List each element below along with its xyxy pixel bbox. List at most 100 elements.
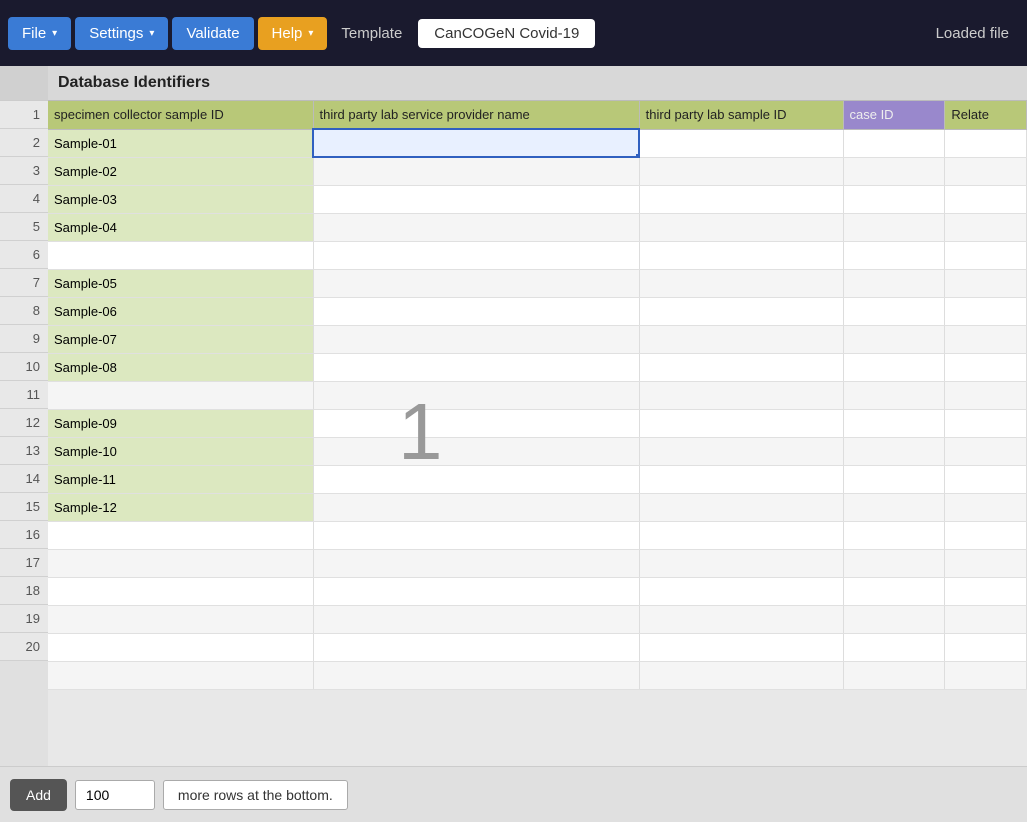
cell-5-third-party-lab[interactable] [313,241,639,269]
cell-10-specimen[interactable] [48,381,313,409]
cell-14-case-id[interactable] [843,493,945,521]
cell-2-third-party-sample[interactable] [639,157,843,185]
cell-3-relate[interactable] [945,185,1027,213]
cell-7-case-id[interactable] [843,297,945,325]
cell-17-third-party-sample[interactable] [639,577,843,605]
cell-5-case-id[interactable] [843,241,945,269]
cell-15-specimen[interactable] [48,521,313,549]
cell-4-case-id[interactable] [843,213,945,241]
cell-13-specimen[interactable]: Sample-11 [48,465,313,493]
cell-2-relate[interactable] [945,157,1027,185]
cell-4-third-party-sample[interactable] [639,213,843,241]
cell-15-case-id[interactable] [843,521,945,549]
cell-19-case-id[interactable] [843,633,945,661]
cell-20-third-party-lab[interactable] [313,661,639,689]
cell-6-specimen[interactable]: Sample-05 [48,269,313,297]
cell-15-third-party-sample[interactable] [639,521,843,549]
validate-button[interactable]: Validate [172,17,253,50]
cell-8-relate[interactable] [945,325,1027,353]
cell-18-specimen[interactable] [48,605,313,633]
cell-16-case-id[interactable] [843,549,945,577]
cell-18-third-party-sample[interactable] [639,605,843,633]
cell-3-third-party-sample[interactable] [639,185,843,213]
cell-11-relate[interactable] [945,409,1027,437]
cell-6-third-party-sample[interactable] [639,269,843,297]
cell-19-third-party-sample[interactable] [639,633,843,661]
cell-8-third-party-lab[interactable] [313,325,639,353]
cell-13-third-party-sample[interactable] [639,465,843,493]
cell-5-specimen[interactable] [48,241,313,269]
cell-9-relate[interactable] [945,353,1027,381]
cell-4-third-party-lab[interactable] [313,213,639,241]
cell-7-third-party-lab[interactable] [313,297,639,325]
cell-5-relate[interactable] [945,241,1027,269]
cell-12-relate[interactable] [945,437,1027,465]
cell-6-third-party-lab[interactable] [313,269,639,297]
cell-17-specimen[interactable] [48,577,313,605]
cell-12-specimen[interactable]: Sample-10 [48,437,313,465]
cell-15-relate[interactable] [945,521,1027,549]
cell-11-case-id[interactable] [843,409,945,437]
cell-9-third-party-sample[interactable] [639,353,843,381]
cell-2-specimen[interactable]: Sample-02 [48,157,313,185]
cell-11-third-party-lab[interactable] [313,409,639,437]
cell-14-relate[interactable] [945,493,1027,521]
cell-7-specimen[interactable]: Sample-06 [48,297,313,325]
cell-10-relate[interactable] [945,381,1027,409]
cell-12-case-id[interactable] [843,437,945,465]
cell-14-third-party-sample[interactable] [639,493,843,521]
cell-16-relate[interactable] [945,549,1027,577]
cell-10-third-party-sample[interactable] [639,381,843,409]
cell-17-relate[interactable] [945,577,1027,605]
cell-20-third-party-sample[interactable] [639,661,843,689]
cell-19-third-party-lab[interactable] [313,633,639,661]
cell-5-third-party-sample[interactable] [639,241,843,269]
cell-7-relate[interactable] [945,297,1027,325]
cell-9-case-id[interactable] [843,353,945,381]
cell-3-third-party-lab[interactable] [313,185,639,213]
cell-16-third-party-sample[interactable] [639,549,843,577]
cell-7-third-party-sample[interactable] [639,297,843,325]
cell-3-case-id[interactable] [843,185,945,213]
cell-20-relate[interactable] [945,661,1027,689]
add-button[interactable]: Add [10,779,67,811]
cell-15-third-party-lab[interactable] [313,521,639,549]
cell-4-specimen[interactable]: Sample-04 [48,213,313,241]
cell-17-case-id[interactable] [843,577,945,605]
cell-18-third-party-lab[interactable] [313,605,639,633]
cell-12-third-party-sample[interactable] [639,437,843,465]
cell-1-specimen[interactable]: Sample-01 [48,129,313,157]
cell-11-specimen[interactable]: Sample-09 [48,409,313,437]
rows-input[interactable] [75,780,155,810]
cell-10-case-id[interactable] [843,381,945,409]
cell-9-third-party-lab[interactable] [313,353,639,381]
cell-18-relate[interactable] [945,605,1027,633]
file-button[interactable]: File ▾ [8,17,71,50]
cell-20-case-id[interactable] [843,661,945,689]
cell-6-relate[interactable] [945,269,1027,297]
cell-1-third-party-sample[interactable] [639,129,843,157]
cell-2-third-party-lab[interactable] [313,157,639,185]
cell-10-third-party-lab[interactable] [313,381,639,409]
cell-16-specimen[interactable] [48,549,313,577]
cell-14-third-party-lab[interactable] [313,493,639,521]
cell-20-specimen[interactable] [48,661,313,689]
cell-18-case-id[interactable] [843,605,945,633]
cell-2-case-id[interactable] [843,157,945,185]
cell-4-relate[interactable] [945,213,1027,241]
cell-8-case-id[interactable] [843,325,945,353]
cell-1-third-party-lab[interactable] [313,129,639,157]
cell-1-case-id[interactable] [843,129,945,157]
cell-8-third-party-sample[interactable] [639,325,843,353]
cell-13-third-party-lab[interactable] [313,465,639,493]
settings-button[interactable]: Settings ▾ [75,17,168,50]
cell-8-specimen[interactable]: Sample-07 [48,325,313,353]
cell-19-specimen[interactable] [48,633,313,661]
cell-9-specimen[interactable]: Sample-08 [48,353,313,381]
cell-16-third-party-lab[interactable] [313,549,639,577]
cell-14-specimen[interactable]: Sample-12 [48,493,313,521]
cell-11-third-party-sample[interactable] [639,409,843,437]
cell-17-third-party-lab[interactable] [313,577,639,605]
cell-6-case-id[interactable] [843,269,945,297]
cell-19-relate[interactable] [945,633,1027,661]
